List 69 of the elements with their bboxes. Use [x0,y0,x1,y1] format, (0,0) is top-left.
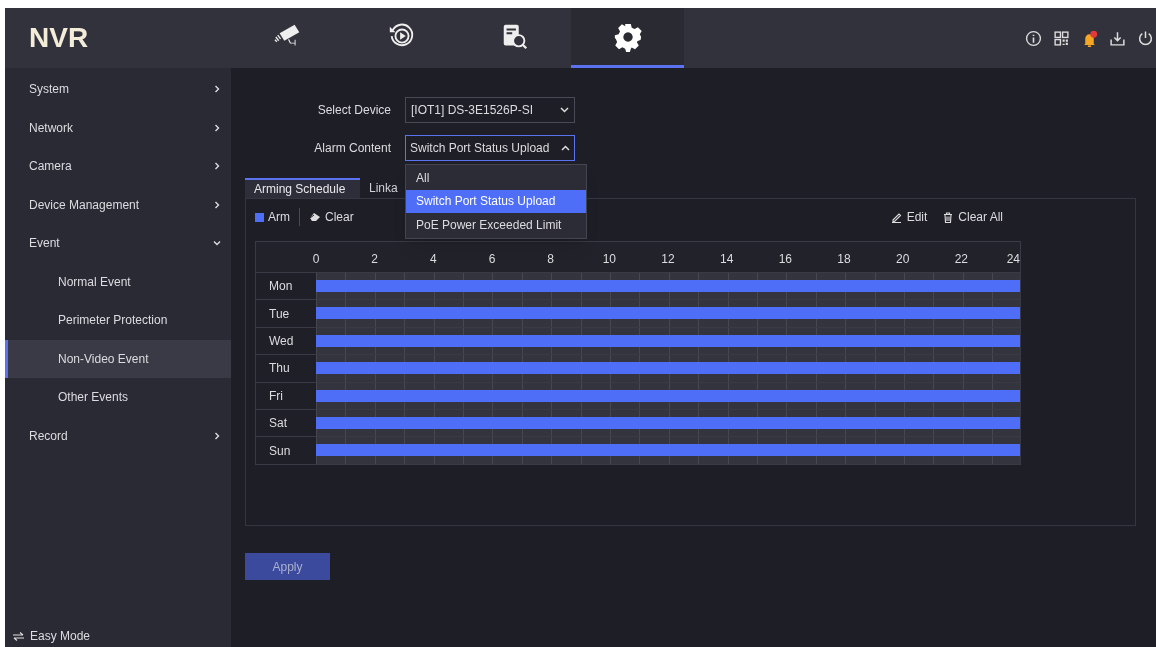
field-label: Alarm Content [313,140,392,157]
dropdown-option[interactable]: Switch Port Status Upload [406,189,586,213]
chevron-down-icon [213,239,221,248]
arm-tool[interactable]: Arm [255,208,291,226]
settings-icon [612,21,643,52]
power-icon [1137,29,1154,47]
sidebar-item[interactable]: Event [5,224,231,263]
hour-label: 2 [371,251,378,268]
header-button[interactable] [1109,29,1126,47]
sidebar-item[interactable]: Network [5,108,231,147]
header-button[interactable] [1137,29,1154,47]
sidebar-subitem[interactable]: Non-Video Event [5,339,231,378]
chevron-right-icon [213,85,221,94]
chevron-right-icon [213,431,221,440]
sidebar-item[interactable]: Record [5,416,231,455]
alarm-content-select[interactable]: Switch Port Status Upload [405,135,575,161]
hour-label: 12 [661,251,675,268]
hour-label: 22 [954,251,968,268]
day-label: Sun [256,437,316,464]
qr-code-icon [1053,29,1070,47]
hour-label: 0 [312,251,320,268]
schedule-tab[interactable]: Linka [360,178,407,198]
chevron-right-icon [213,162,221,171]
easy-mode-link[interactable]: Easy Mode [5,627,231,647]
eraser-icon [309,212,321,222]
nav-tab[interactable] [571,8,684,68]
device-select[interactable]: [IOT1] DS-3E1526P-SI [405,97,575,123]
day-label: Thu [256,355,316,382]
header-button[interactable] [1025,29,1042,47]
download-icon [1109,29,1126,47]
field-label: Select Device [316,102,392,119]
day-label: Fri [256,382,316,409]
swap-arrows-icon [13,631,24,641]
hour-label: 20 [896,251,910,268]
day-label: Sat [256,409,316,437]
sidebar-subitem[interactable]: Other Events [5,378,231,417]
hour-label: 6 [488,251,496,268]
info-icon [1025,29,1042,47]
clear-tool[interactable]: Clear [299,208,354,226]
trash-icon [943,211,954,223]
day-label: Mon [256,273,316,300]
swatch-icon [255,212,264,222]
chevron-up-icon [561,145,570,151]
sidebar-subitem[interactable]: Perimeter Protection [5,301,231,340]
logo: NVR [28,21,90,55]
sidebar-item[interactable]: Device Management [5,185,231,224]
hour-label: 14 [720,251,734,268]
hour-label: 10 [602,251,616,268]
chevron-down-icon [560,107,569,113]
schedule-tab[interactable]: Arming Schedule [245,178,360,198]
sidebar-item[interactable]: System [5,70,231,109]
hour-label: 16 [778,251,792,268]
chevron-right-icon [213,123,221,132]
hour-label: 24 [1006,251,1020,268]
hour-label: 8 [547,251,554,268]
sidebar-item[interactable]: Camera [5,147,231,186]
hour-label: 4 [430,251,437,268]
dropdown-option[interactable]: All [406,166,586,190]
day-label: Wed [256,327,316,355]
sidebar-subitem[interactable]: Normal Event [5,262,231,301]
day-label: Tue [256,300,316,327]
chevron-right-icon [213,200,221,209]
dropdown-option[interactable]: PoE Power Exceeded Limit [406,213,586,237]
edit-button[interactable]: Edit [890,208,928,226]
pencil-icon [890,211,902,223]
clear-all-button[interactable]: Clear All [943,208,1003,226]
apply-button[interactable]: Apply [245,553,330,580]
hour-label: 18 [837,251,851,268]
header-button[interactable] [1053,29,1070,47]
